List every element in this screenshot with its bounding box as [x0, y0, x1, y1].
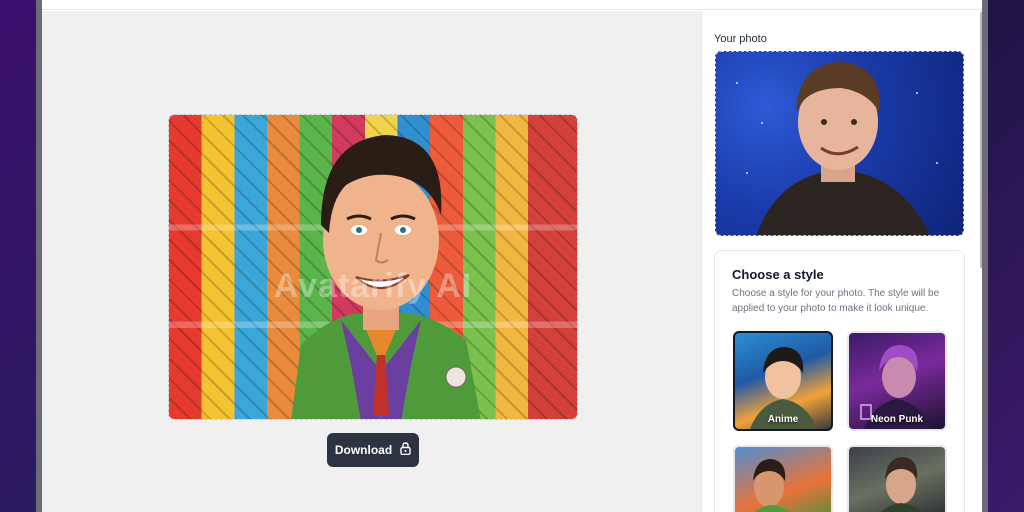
person-photo: [756, 62, 930, 235]
uploaded-photo[interactable]: [715, 51, 964, 236]
style-description: Choose a style for your photo. The style…: [732, 288, 940, 314]
style-title: Choose a style: [732, 267, 824, 282]
style-option-3[interactable]: [733, 445, 833, 512]
your-photo-label: Your photo: [714, 33, 767, 45]
sidebar-scrollbar[interactable]: [980, 11, 982, 271]
style-label-anime: Anime: [767, 414, 799, 425]
generated-image: Avatarify AI: [168, 114, 578, 420]
style-option-4[interactable]: [847, 445, 947, 512]
result-canvas: Avatarify AI Download: [42, 11, 701, 512]
style-picker: Choose a style Choose a style for your p…: [714, 250, 965, 512]
watermark-text: Avatarify AI: [273, 267, 473, 305]
top-bar: [42, 0, 982, 10]
lock-icon: [400, 442, 411, 458]
app-window: Avatarify AI Download Your photo Choose …: [36, 0, 988, 512]
download-button[interactable]: Download: [327, 433, 419, 467]
download-button-label: Download: [334, 443, 393, 457]
sidebar: Your photo Choose a style Choose a style…: [701, 11, 982, 512]
style-label-neon-punk: Neon Punk: [870, 414, 924, 425]
style-option-neon-punk[interactable]: Neon Punk: [847, 331, 947, 431]
scrollbar-thumb[interactable]: [980, 11, 982, 269]
style-option-anime[interactable]: Anime: [733, 331, 833, 431]
